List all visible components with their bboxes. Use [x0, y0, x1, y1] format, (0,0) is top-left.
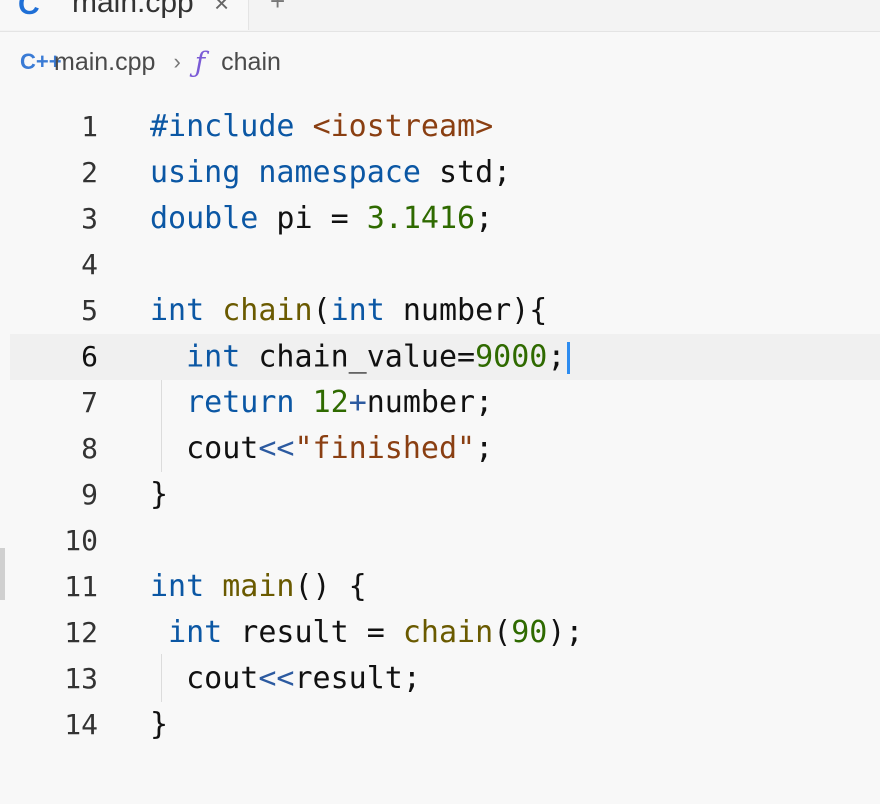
tab-main-cpp[interactable]: C main.cpp × — [0, 0, 249, 30]
code-token: int — [150, 569, 205, 604]
line-number: 6 — [81, 340, 98, 373]
code-line[interactable]: 5 int chain(int number){ — [10, 288, 880, 334]
line-number: 14 — [64, 708, 98, 741]
function-icon: ƒ — [194, 45, 206, 79]
code-token: chain — [222, 293, 313, 328]
code-token: "finished" — [294, 431, 476, 466]
code-text: #include <iostream> — [150, 112, 493, 142]
code-line[interactable]: 11 int main() { — [10, 564, 880, 610]
code-text: double pi = 3.1416; — [150, 201, 494, 236]
code-token: + — [348, 385, 367, 420]
line-number: 3 — [81, 202, 98, 235]
line-number: 7 — [81, 386, 98, 419]
breadcrumb-file[interactable]: main.cpp — [54, 48, 155, 77]
code-token: 9000 — [475, 339, 548, 375]
code-line[interactable]: 8 cout<<"finished"; — [10, 426, 880, 472]
code-text: } — [150, 707, 169, 742]
line-number: 10 — [64, 524, 98, 557]
cpp-file-icon: C — [18, 0, 40, 21]
code-line[interactable]: 12 int result = chain(90); — [10, 610, 880, 656]
line-number: 13 — [64, 662, 98, 695]
line-number: 9 — [81, 478, 98, 511]
line-number: 8 — [81, 432, 98, 465]
code-text: return 12+number; — [186, 385, 494, 420]
close-icon[interactable]: × — [214, 0, 229, 16]
code-token: <iostream> — [312, 109, 494, 144]
code-text: int chain_value=9000; — [150, 339, 571, 375]
code-token: 12 — [312, 385, 349, 420]
code-token: int — [186, 339, 241, 375]
scrollbar-marker[interactable] — [0, 548, 5, 600]
code-text: } — [150, 477, 169, 512]
code-line[interactable]: 14 } — [10, 702, 880, 748]
tab-bar: C main.cpp × + — [0, 0, 880, 32]
code-token: return — [186, 385, 295, 420]
code-line[interactable]: 1 #include <iostream> — [10, 104, 880, 150]
code-token: 3.1416 — [366, 201, 476, 236]
code-line[interactable]: 2 using namespace std; — [10, 150, 880, 196]
code-token: int — [150, 293, 205, 328]
line-number: 2 — [81, 156, 98, 189]
code-line[interactable]: 3 double pi = 3.1416; — [10, 196, 880, 242]
code-line[interactable]: 4 — [10, 242, 880, 288]
code-token: using — [150, 155, 241, 190]
tab-label: main.cpp — [72, 0, 194, 19]
code-token: #include — [150, 109, 295, 144]
breadcrumb-function[interactable]: chain — [221, 48, 281, 77]
code-token: main — [222, 569, 295, 604]
add-tab-icon[interactable]: + — [270, 0, 285, 14]
code-token: << — [258, 661, 295, 696]
code-token: << — [258, 431, 295, 466]
code-text: int chain(int number){ — [150, 293, 548, 328]
line-number: 11 — [64, 570, 98, 603]
code-line[interactable]: 13 cout<<result; — [10, 656, 880, 702]
line-number: 4 — [81, 248, 98, 281]
code-text: cout<<"finished"; — [150, 431, 494, 466]
text-cursor — [567, 342, 571, 374]
code-token: double — [150, 201, 259, 236]
code-token: chain — [402, 615, 494, 650]
code-line-current[interactable]: 6 int chain_value=9000; — [10, 334, 880, 380]
code-line[interactable]: 10 — [10, 518, 880, 564]
code-line[interactable]: 9 } — [10, 472, 880, 518]
code-token: namespace — [258, 155, 421, 190]
code-token: int — [168, 615, 223, 650]
code-text: int result = chain(90); — [168, 615, 584, 650]
breadcrumb: C++ main.cpp › ƒ chain — [0, 32, 880, 92]
line-number: 12 — [64, 616, 98, 649]
code-text: using namespace std; — [150, 155, 512, 190]
code-editor[interactable]: 1 #include <iostream> 2 using namespace … — [10, 94, 880, 804]
chevron-right-icon: › — [173, 49, 181, 74]
code-token: 90 — [511, 615, 548, 650]
line-number: 5 — [81, 294, 98, 327]
code-text: cout<<result; — [150, 661, 421, 696]
code-line[interactable]: 7 return 12+number; — [10, 380, 880, 426]
code-token: int — [330, 293, 385, 328]
line-number: 1 — [81, 110, 98, 143]
cpp-file-icon: C++ — [20, 49, 62, 74]
code-text: int main() { — [150, 569, 367, 604]
